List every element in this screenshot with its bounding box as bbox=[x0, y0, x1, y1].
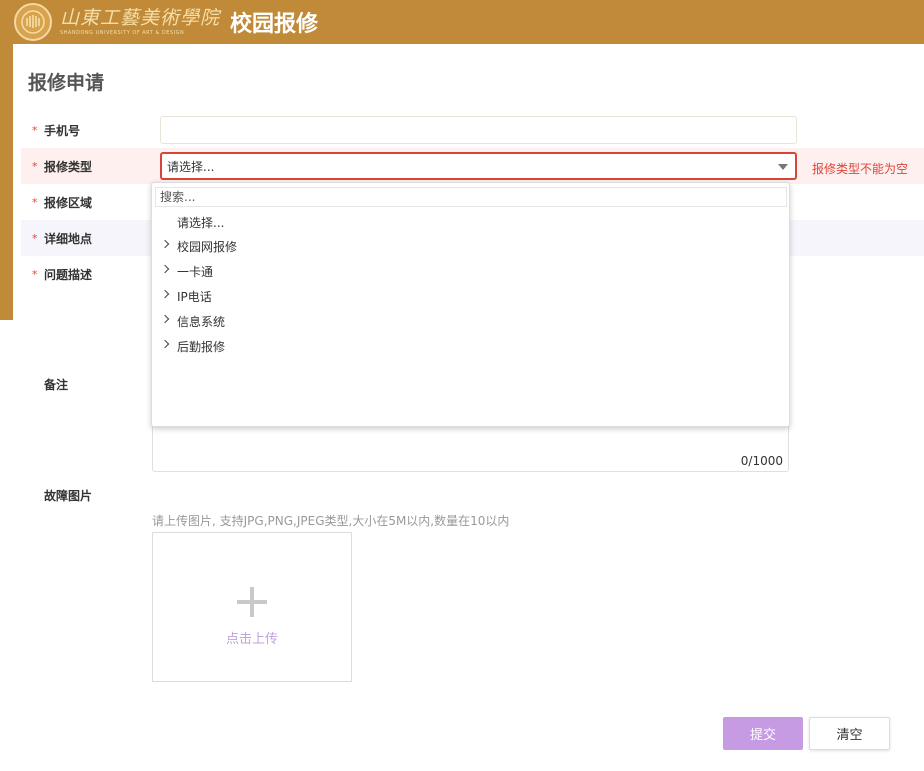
dropdown-option[interactable]: 后勤报修 bbox=[152, 334, 789, 358]
chevron-right-icon[interactable] bbox=[160, 339, 170, 349]
chevron-right-icon[interactable] bbox=[160, 264, 170, 274]
dropdown-option-label: 请选择... bbox=[177, 215, 225, 230]
location-label: 详细地点 bbox=[44, 232, 93, 246]
chevron-right-icon[interactable] bbox=[160, 314, 170, 324]
repair-area-label: 报修区域 bbox=[44, 196, 93, 210]
required-mark: * bbox=[32, 232, 38, 245]
university-logo: 山東工藝美術學院 SHANDONG UNIVERSITY OF ART & DE… bbox=[14, 3, 220, 41]
plus-icon-vertical bbox=[250, 587, 254, 617]
submit-button[interactable]: 提交 bbox=[723, 717, 803, 750]
repair-type-select[interactable]: 请选择... bbox=[160, 152, 797, 180]
caret-down-icon bbox=[778, 164, 788, 170]
logo-wordmark: 山東工藝美術學院 SHANDONG UNIVERSITY OF ART & DE… bbox=[60, 6, 221, 36]
logo-chinese-name: 山東工藝美術學院 bbox=[60, 6, 221, 29]
required-mark: * bbox=[32, 160, 38, 173]
phone-input[interactable] bbox=[160, 116, 797, 144]
required-mark: * bbox=[32, 268, 38, 281]
repair-type-error: 报修类型不能为空 bbox=[812, 162, 909, 176]
phone-row: * 手机号 bbox=[21, 112, 924, 148]
page-title: 报修申请 bbox=[28, 72, 105, 94]
repair-type-row: * 报修类型 请选择... 报修类型不能为空 bbox=[21, 148, 924, 184]
dropdown-option-label: IP电话 bbox=[177, 289, 212, 304]
notes-label: 备注 bbox=[44, 378, 69, 392]
repair-type-value: 请选择... bbox=[167, 159, 215, 174]
dropdown-option-label: 后勤报修 bbox=[177, 339, 226, 354]
chevron-right-icon[interactable] bbox=[160, 289, 170, 299]
dropdown-option[interactable]: 信息系统 bbox=[152, 309, 789, 333]
notes-char-counter: 0/1000 bbox=[740, 454, 783, 468]
images-row: 故障图片 bbox=[21, 477, 924, 513]
dropdown-option[interactable]: IP电话 bbox=[152, 284, 789, 308]
upload-hint: 请上传图片, 支持JPG,PNG,JPEG类型,大小在5M以内,数量在10以内 bbox=[152, 514, 510, 528]
dropdown-option-label: 一卡通 bbox=[177, 264, 214, 279]
chevron-right-icon[interactable] bbox=[160, 239, 170, 249]
description-label: 问题描述 bbox=[44, 268, 93, 282]
dropdown-option[interactable]: 校园网报修 bbox=[152, 234, 789, 258]
required-mark: * bbox=[32, 124, 38, 137]
image-upload-box[interactable]: 点击上传 bbox=[152, 532, 352, 682]
emblem-icon bbox=[14, 3, 52, 41]
required-mark: * bbox=[32, 196, 38, 209]
phone-label: 手机号 bbox=[44, 124, 81, 138]
app-header: 山東工藝美術學院 SHANDONG UNIVERSITY OF ART & DE… bbox=[0, 0, 924, 44]
dropdown-option-label: 校园网报修 bbox=[177, 239, 238, 254]
clear-button[interactable]: 清空 bbox=[809, 717, 890, 750]
repair-type-dropdown: 请选择... 校园网报修 一卡通 IP电话 信息系统 后勤报修 bbox=[151, 182, 790, 427]
dropdown-search-input[interactable] bbox=[155, 187, 787, 207]
upload-label: 点击上传 bbox=[225, 632, 278, 647]
images-label: 故障图片 bbox=[44, 489, 93, 503]
dropdown-option[interactable]: 请选择... bbox=[152, 210, 789, 234]
app-title: 校园报修 bbox=[230, 12, 319, 37]
dropdown-option[interactable]: 一卡通 bbox=[152, 259, 789, 283]
repair-type-label: 报修类型 bbox=[44, 160, 93, 174]
logo-english-name: SHANDONG UNIVERSITY OF ART & DESIGN bbox=[60, 29, 185, 36]
dropdown-option-label: 信息系统 bbox=[177, 314, 226, 329]
